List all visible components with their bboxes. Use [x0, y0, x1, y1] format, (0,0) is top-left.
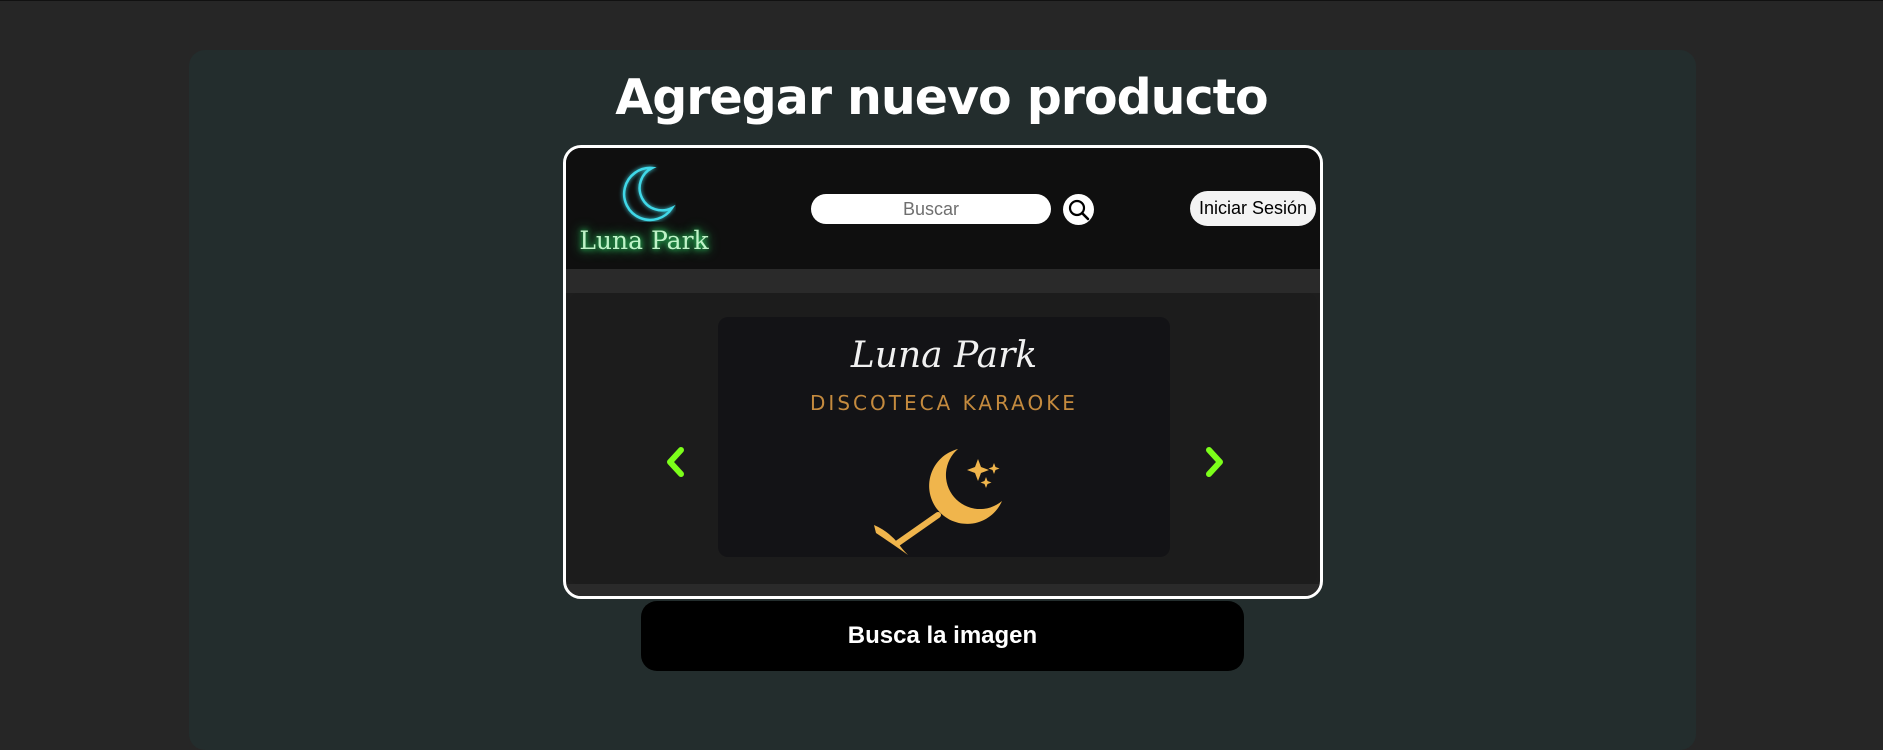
nav-strip	[566, 269, 1320, 293]
logo-text: Luna Park	[579, 226, 709, 255]
page-title: Agregar nuevo producto	[615, 69, 1268, 126]
moon-cocktail-glass-icon	[874, 449, 1002, 555]
image-preview-frame: Luna Park Iniciar Sesión Luna Park DISCO…	[563, 145, 1323, 599]
slide-subtitle: DISCOTECA KARAOKE	[810, 391, 1078, 415]
search-icon	[1068, 199, 1089, 220]
slide-brand-name: Luna Park	[850, 335, 1038, 376]
chevron-right-icon	[1206, 447, 1223, 477]
image-carousel: Luna Park DISCOTECA KARAOKE	[569, 293, 1317, 584]
preview-footer-strip	[566, 584, 1320, 596]
carousel-next-button[interactable]	[1202, 445, 1228, 479]
carousel-slide: Luna Park DISCOTECA KARAOKE	[718, 317, 1170, 557]
carousel-prev-button[interactable]	[662, 445, 688, 479]
browse-image-button[interactable]: Busca la imagen	[641, 601, 1244, 671]
chevron-left-icon	[667, 447, 684, 477]
top-divider	[0, 0, 1883, 1]
crescent-moon-icon	[622, 166, 676, 222]
search-input[interactable]	[811, 194, 1051, 224]
site-logo[interactable]: Luna Park	[574, 164, 714, 259]
preview-header: Luna Park Iniciar Sesión	[566, 148, 1320, 269]
login-button[interactable]: Iniciar Sesión	[1190, 191, 1316, 226]
search-button[interactable]	[1063, 194, 1094, 225]
